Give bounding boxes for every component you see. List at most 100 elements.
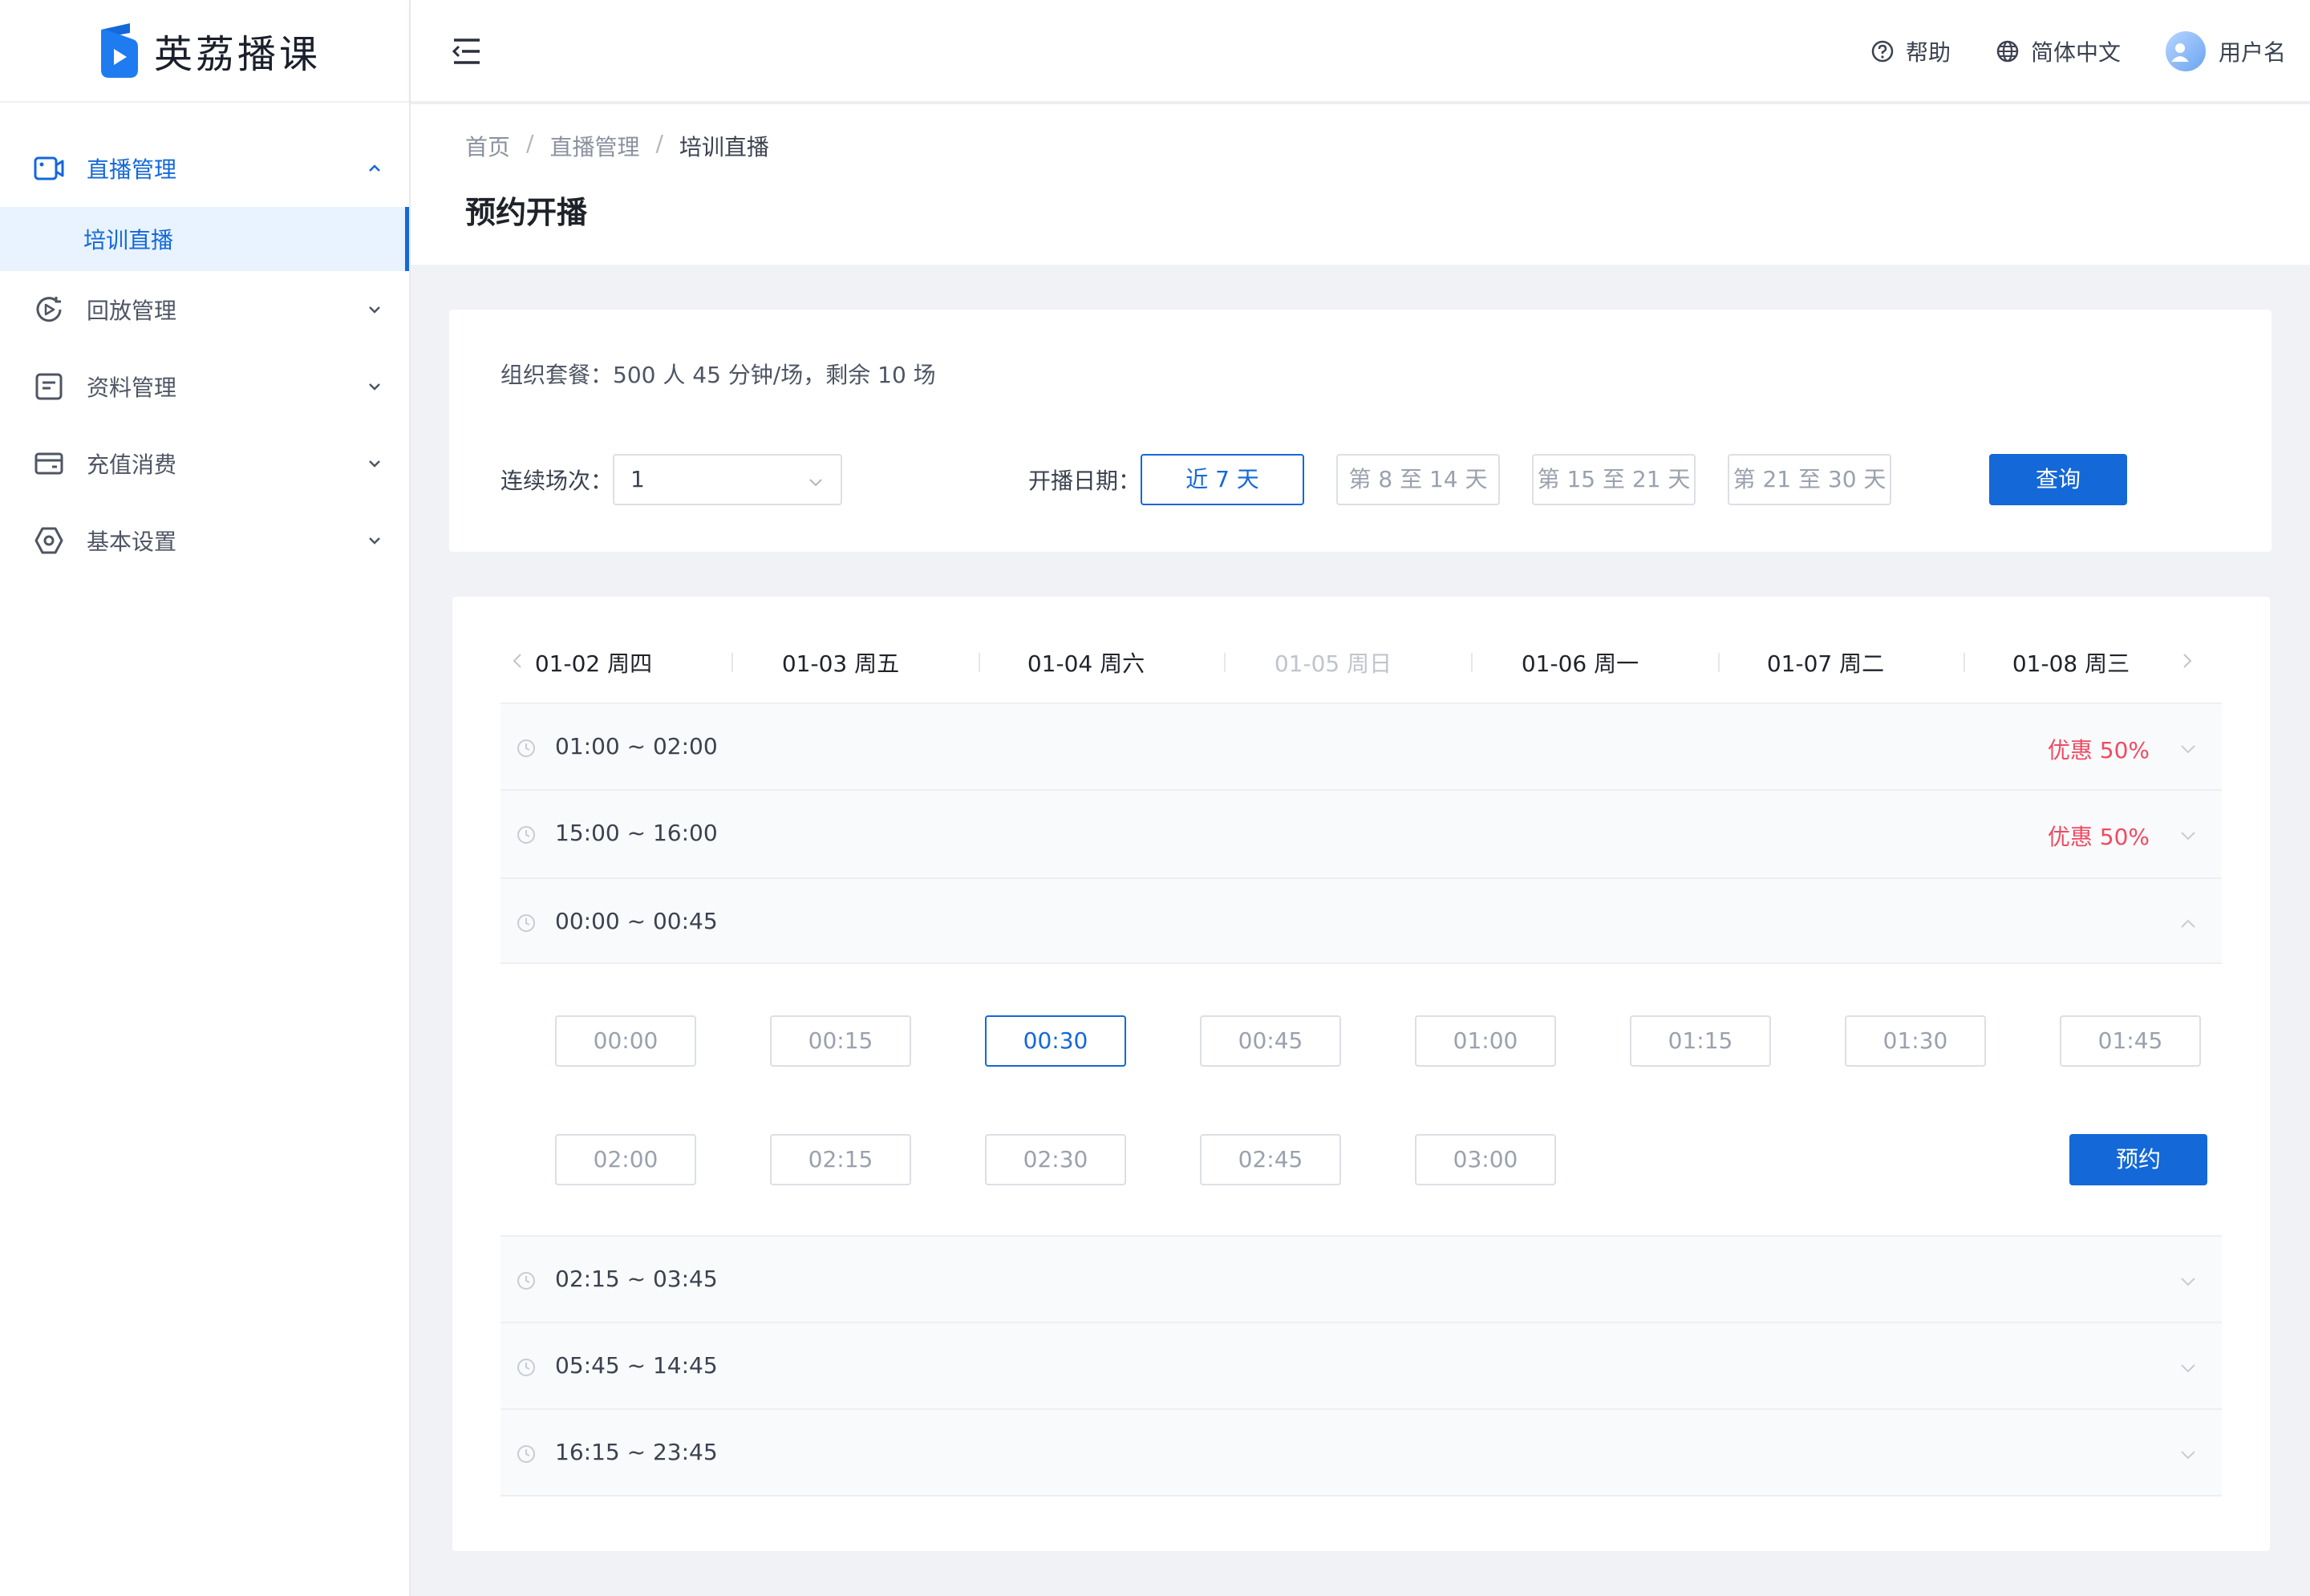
time-range-row[interactable]: 05:45 ~ 14:45 [500,1323,2222,1410]
clock-icon [517,1359,535,1376]
sidebar-item-live[interactable]: 直播管理 [0,130,409,207]
sessions-label: 连续场次： [500,468,614,494]
slot-button[interactable]: 02:45 [1200,1134,1341,1185]
user-menu[interactable]: 用户名 [2165,31,2286,71]
range-button-21-30[interactable]: 第 21 至 30 天 [1728,454,1891,505]
sessions-select[interactable]: 1 [613,454,842,505]
menu-fold-icon[interactable] [451,35,483,67]
day-divider [1964,653,1965,672]
wallet-icon [34,448,64,479]
time-range-row[interactable]: 16:15 ~ 23:45 [500,1410,2222,1497]
time-range-row-expanded[interactable]: 00:00 ~ 00:45 [500,879,2222,964]
header-actions: 帮助 简体中文 用户名 [1826,0,2286,103]
breadcrumb-home[interactable]: 首页 [465,130,510,162]
sidebar-nav: 直播管理 培训直播 回放管理 资料管理 充值消费 基本设置 [0,103,409,579]
breadcrumb: 首页 / 直播管理 / 培训直播 [465,130,769,162]
app-name: 英荔播课 [154,32,322,77]
settings-icon [34,525,64,556]
range-button-8-14[interactable]: 第 8 至 14 天 [1336,454,1500,505]
slot-button[interactable]: 01:30 [1845,1015,1986,1067]
chevron-up-icon [369,164,380,172]
day-divider [1718,653,1720,672]
sidebar-item-label: 回放管理 [87,298,177,324]
clock-icon [517,914,535,932]
range-button-7d[interactable]: 近 7 天 [1141,454,1304,505]
page-title: 预约开播 [465,195,588,230]
sidebar-subitem-training-live[interactable]: 培训直播 [0,207,409,271]
avatar [2165,31,2206,71]
filter-card: 组织套餐：500 人 45 分钟/场，剩余 10 场 连续场次： 1 开播日期：… [449,310,2272,552]
slot-button[interactable]: 00:00 [555,1015,696,1067]
discount-badge: 优惠 50% [2047,737,2150,764]
time-range-row[interactable]: 02:15 ~ 03:45 [500,1237,2222,1323]
globe-icon [1996,40,2019,63]
sidebar-item-materials[interactable]: 资料管理 [0,348,409,425]
slot-button[interactable]: 01:45 [2060,1015,2201,1067]
slot-button[interactable]: 02:15 [770,1134,911,1185]
day-tabs: 01-02 周四 01-03 周五 01-04 周六 01-05 周日 01-0… [500,629,2222,693]
help-label: 帮助 [1905,39,1951,66]
sidebar-item-label: 直播管理 [87,156,177,183]
schedule-card: 01-02 周四 01-03 周五 01-04 周六 01-05 周日 01-0… [452,597,2270,1551]
language-label: 简体中文 [2030,39,2121,66]
time-range-label: 00:00 ~ 00:45 [555,908,718,934]
book-button[interactable]: 预约 [2069,1134,2207,1185]
day-divider [732,653,733,672]
day-tab[interactable]: 01-06 周一 [1500,646,1660,679]
day-tab[interactable]: 01-07 周二 [1745,646,1906,679]
package-info: 组织套餐：500 人 45 分钟/场，剩余 10 场 [500,358,936,390]
clock-icon [517,826,535,844]
breadcrumb-live[interactable]: 直播管理 [549,130,639,162]
sidebar-item-playback[interactable]: 回放管理 [0,271,409,348]
day-tab[interactable]: 01-08 周三 [1991,646,2151,679]
range-button-15-21[interactable]: 第 15 至 21 天 [1532,454,1696,505]
chevron-down-icon [369,460,380,468]
logo[interactable]: 英荔播课 [0,0,409,103]
logo-icon [101,23,138,78]
day-tab[interactable]: 01-04 周六 [1006,646,1166,679]
breadcrumb-separator: / [655,130,663,156]
chevron-down-icon [2181,1451,2195,1460]
package-label: 组织套餐： [500,362,614,388]
day-divider [1224,653,1226,672]
chevron-down-icon [2181,1364,2195,1373]
sidebar-item-billing[interactable]: 充值消费 [0,425,409,502]
top-header: 帮助 简体中文 用户名 [411,0,2310,103]
sidebar-item-settings[interactable]: 基本设置 [0,502,409,579]
slot-button[interactable]: 01:00 [1415,1015,1556,1067]
chevron-up-icon [2181,919,2195,928]
chevron-down-icon [2181,1278,2195,1286]
slot-button-selected[interactable]: 00:30 [985,1015,1126,1067]
language-switcher[interactable]: 简体中文 [1996,35,2121,67]
date-label: 开播日期： [1028,468,1141,494]
slot-button[interactable]: 01:15 [1630,1015,1771,1067]
slot-button[interactable]: 00:15 [770,1015,911,1067]
filter-row: 连续场次： 1 开播日期： 近 7 天 第 8 至 14 天 第 15 至 21… [500,454,2207,505]
chevron-right-icon[interactable] [2177,651,2196,670]
help-link[interactable]: 帮助 [1870,35,1951,67]
slot-button[interactable]: 02:00 [555,1134,696,1185]
slot-button[interactable]: 02:30 [985,1134,1126,1185]
query-button[interactable]: 查询 [1989,454,2127,505]
chevron-down-icon [369,306,380,314]
slot-button[interactable]: 00:45 [1200,1015,1341,1067]
sidebar-item-label: 资料管理 [87,375,177,401]
chevron-down-icon [369,537,380,545]
document-icon [34,371,64,402]
page-heading: 首页 / 直播管理 / 培训直播 预约开播 [411,104,2310,265]
time-range-row[interactable]: 01:00 ~ 02:00 优惠 50% [500,703,2222,791]
day-tab[interactable]: 01-02 周四 [513,646,674,679]
slot-button[interactable]: 03:00 [1415,1134,1556,1185]
username: 用户名 [2218,39,2286,66]
slot-picker: 00:00 00:15 00:30 00:45 01:00 01:15 01:3… [500,964,2222,1237]
clock-icon [517,739,535,757]
sidebar: 英荔播课 直播管理 培训直播 回放管理 资料管理 充值消费 基本设置 [0,0,411,1596]
day-tab[interactable]: 01-03 周五 [760,646,921,679]
video-camera-icon [34,153,64,184]
day-divider [979,653,980,672]
time-range-label: 02:15 ~ 03:45 [555,1266,718,1292]
clock-icon [517,1272,535,1290]
day-tab-disabled: 01-05 周日 [1274,650,1392,677]
chevron-down-icon [2181,832,2195,841]
time-range-row[interactable]: 15:00 ~ 16:00 优惠 50% [500,791,2222,879]
